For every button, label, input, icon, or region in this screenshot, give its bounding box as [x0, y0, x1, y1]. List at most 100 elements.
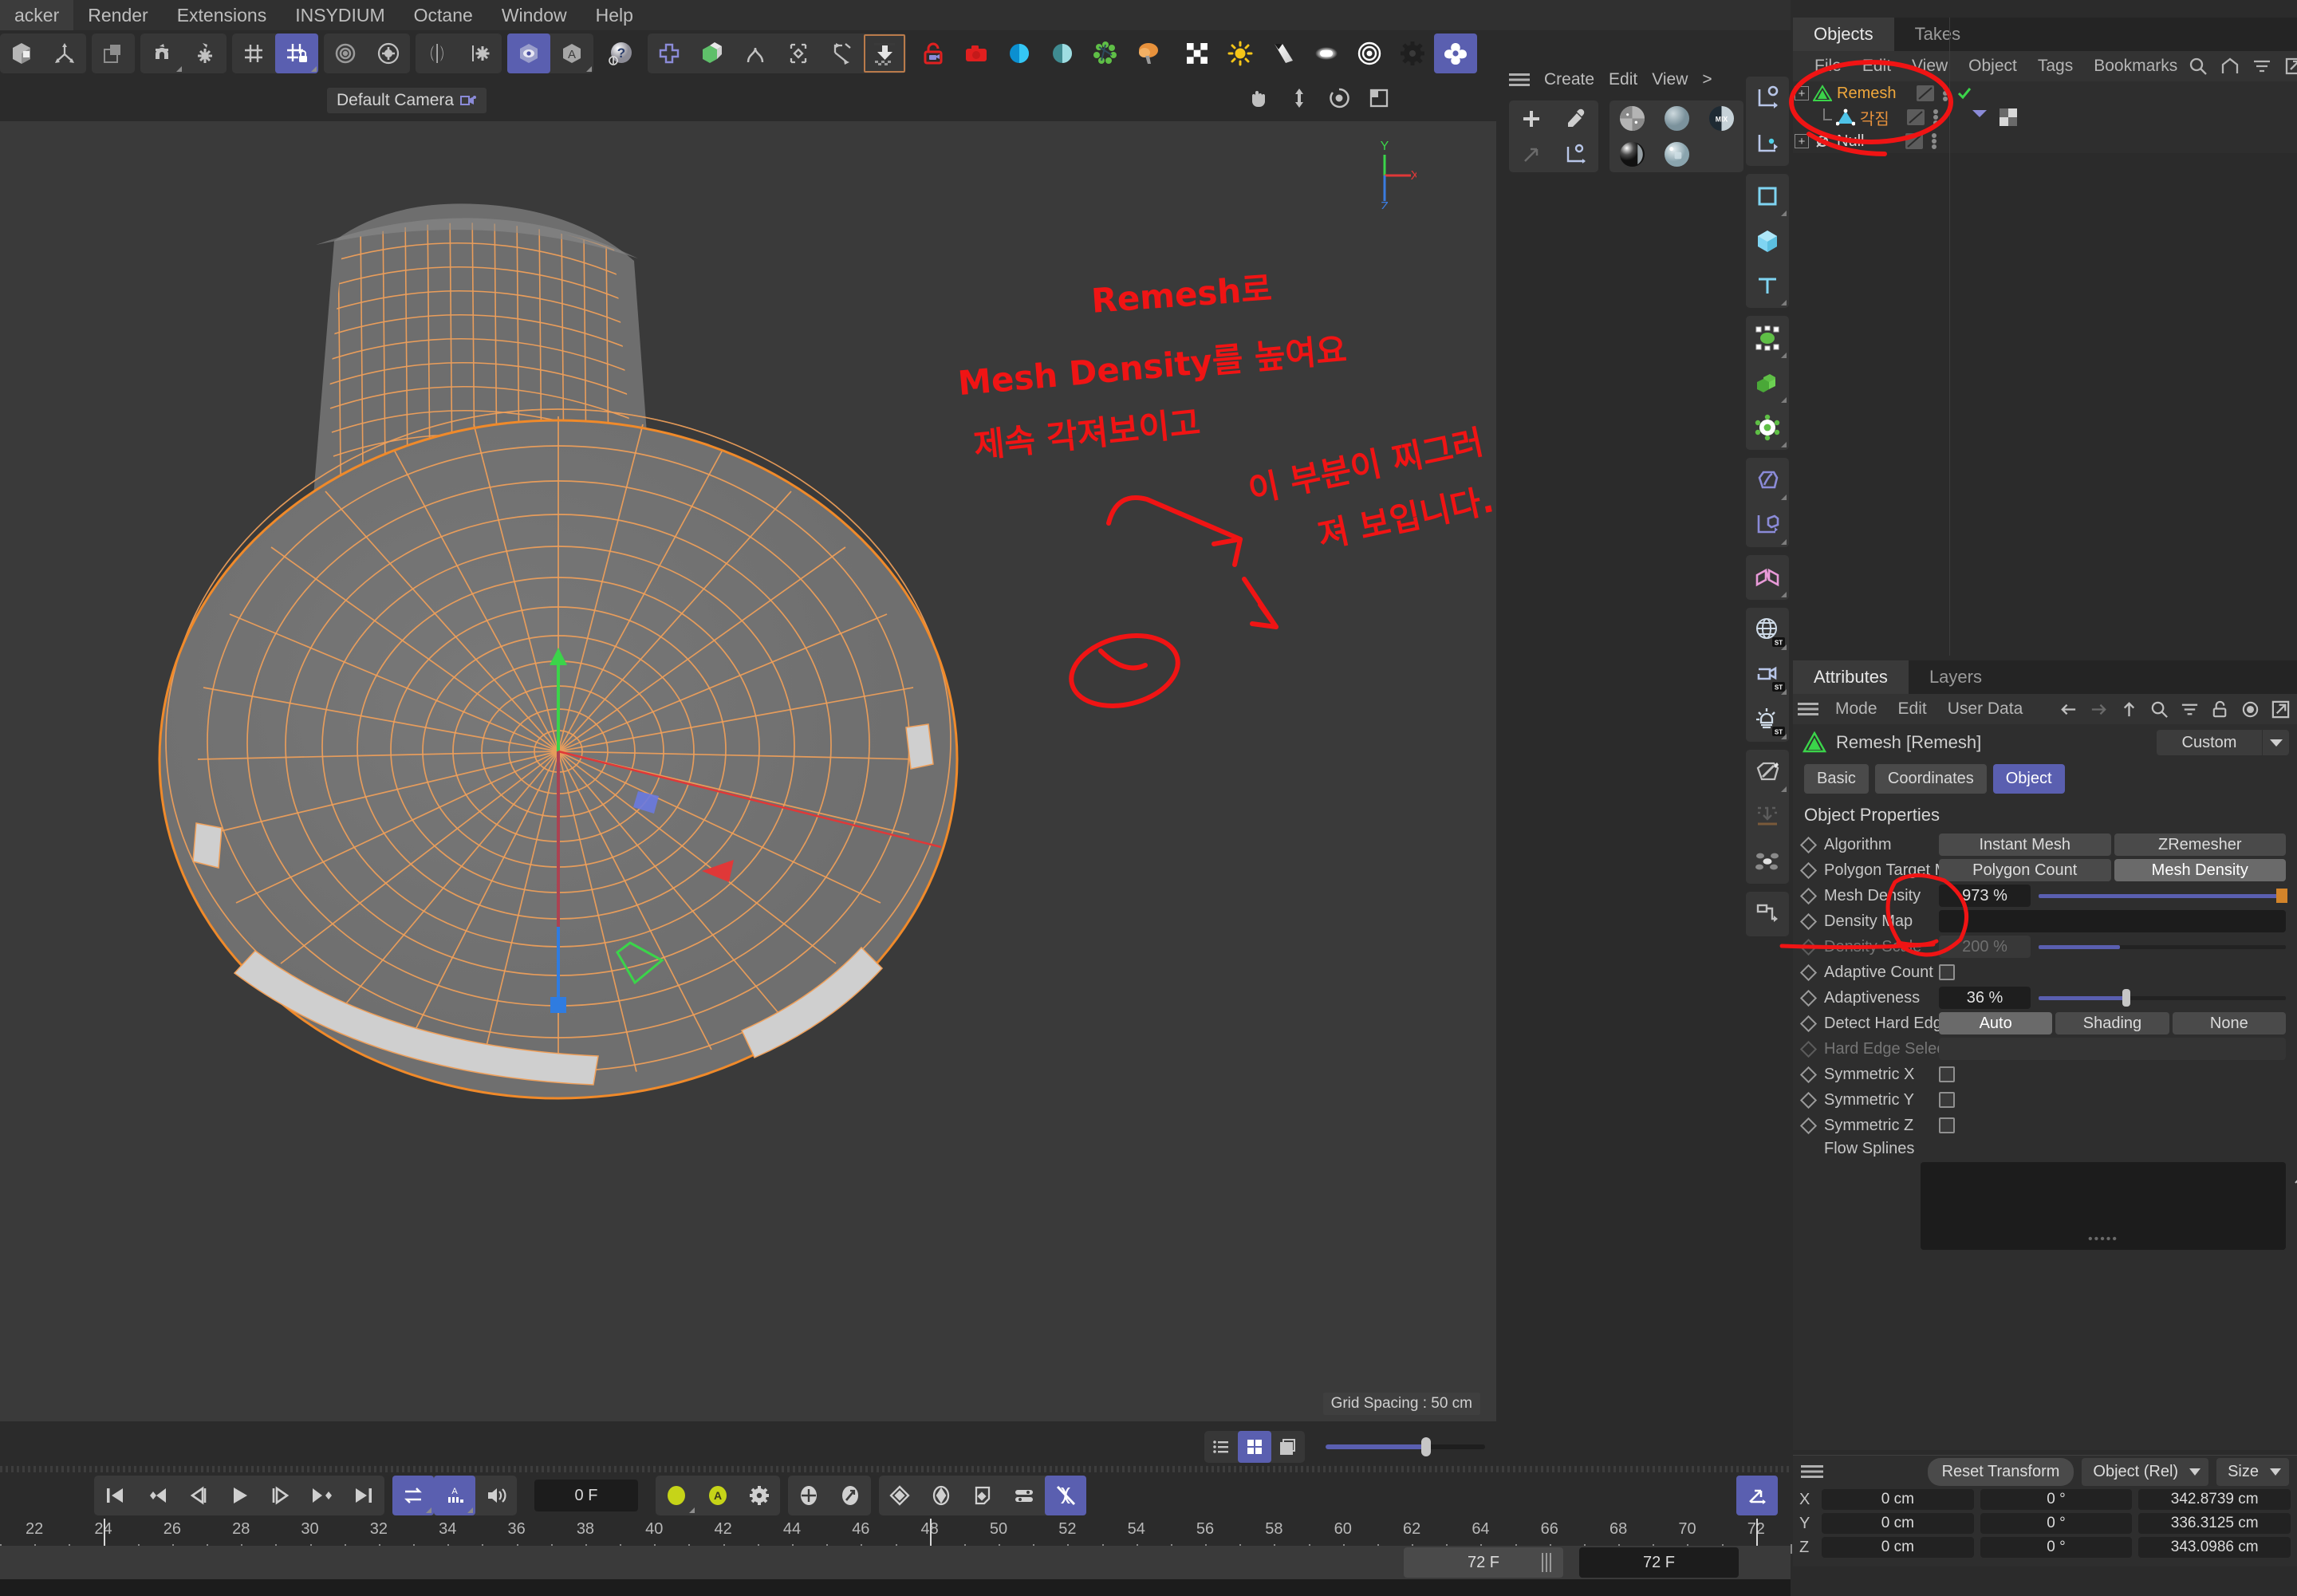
keyframe-diamond-icon[interactable]	[1799, 887, 1818, 904]
popout-icon[interactable]	[2271, 699, 2291, 719]
reset-transform-button[interactable]: Reset Transform	[1927, 1457, 2074, 1486]
scale-icon[interactable]	[92, 33, 135, 73]
hamburger-icon[interactable]	[1798, 701, 1818, 717]
object-manager-tabs[interactable]: Objects Takes	[1793, 18, 2297, 51]
attributes-panel[interactable]: Attributes Layers Mode Edit User Data Re…	[1779, 660, 2297, 1450]
texture-tag-icon[interactable]	[1999, 108, 2017, 126]
autokeying-icon[interactable]: A	[697, 1476, 739, 1515]
workplane-lock-icon[interactable]	[275, 33, 318, 73]
hard-edges-option-auto[interactable]: Auto	[1939, 1012, 2053, 1034]
tab-layers[interactable]: Layers	[1909, 660, 2003, 694]
keyframe-diamond-icon[interactable]	[1799, 1117, 1818, 1134]
attributes-object-tabs[interactable]: Basic Coordinates Object	[1793, 761, 2297, 800]
attributes-menu[interactable]: Mode Edit User Data	[1793, 694, 2297, 724]
move-icon[interactable]	[43, 33, 86, 73]
octane-material2-icon[interactable]	[1041, 33, 1084, 73]
mograph-cloner-icon[interactable]	[1746, 316, 1789, 361]
keyframe-diamond-icon[interactable]	[1799, 861, 1818, 879]
forward-arrow-icon[interactable]	[2089, 699, 2109, 719]
up-arrow-icon[interactable]	[2119, 699, 2139, 719]
selection-tag-icon[interactable]	[1971, 108, 1988, 126]
keyframe-diamond-icon[interactable]	[1799, 1015, 1818, 1032]
coordinate-row-y[interactable]: Y 0 cm 0 ° 336.3125 cm	[1793, 1511, 2297, 1535]
symmetric-x-checkbox[interactable]	[1939, 1066, 1955, 1082]
object-manager-panel[interactable]: Objects Takes File Edit View Object Tags…	[1789, 18, 2297, 656]
octane-lock-icon[interactable]	[912, 33, 955, 73]
orbit-icon[interactable]	[1327, 86, 1351, 110]
next-key-icon[interactable]	[301, 1476, 343, 1515]
next-frame-icon[interactable]	[260, 1476, 301, 1515]
list-view-icon[interactable]	[1204, 1431, 1238, 1463]
keyframe-diamond-icon[interactable]	[1799, 989, 1818, 1007]
snap-settings-icon[interactable]	[183, 33, 227, 73]
material-tools-grid[interactable]	[1509, 100, 1598, 172]
eyedropper-icon[interactable]	[1554, 100, 1598, 136]
panel-grip[interactable]	[0, 1466, 1791, 1472]
object-toggle-icon[interactable]	[1917, 85, 1935, 101]
algorithm-option-zremesher[interactable]: ZRemesher	[2114, 833, 2286, 856]
target-light-icon[interactable]	[1348, 33, 1391, 73]
property-row-detect-hard-edges[interactable]: Detect Hard Edges Auto Shading None	[1793, 1011, 2297, 1036]
om-menu-tags[interactable]: Tags	[2027, 57, 2083, 76]
current-frame-field[interactable]: 0 F	[534, 1480, 638, 1511]
position-y-field[interactable]: 0 cm	[1822, 1513, 1974, 1534]
right-vertical-toolbar[interactable]: ST ST ST	[1745, 77, 1790, 978]
pan-icon[interactable]	[1247, 86, 1271, 110]
menu-item-render[interactable]: Render	[73, 0, 162, 30]
glossy-material-sphere[interactable]	[1609, 136, 1654, 172]
position-z-field[interactable]: 0 cm	[1822, 1537, 1974, 1558]
go-to-start-icon[interactable]	[94, 1476, 136, 1515]
param-key-icon[interactable]	[962, 1476, 1003, 1515]
target-mode-option-polygon-count[interactable]: Polygon Count	[1939, 859, 2111, 881]
octane-scatter-icon[interactable]	[1084, 33, 1127, 73]
attr-menu-edit[interactable]: Edit	[1888, 699, 1937, 719]
material-menu-create[interactable]: Create	[1544, 70, 1594, 89]
property-row-algorithm[interactable]: Algorithm Instant Mesh ZRemesher	[1793, 832, 2297, 857]
material-swatches[interactable]: MIX	[1609, 100, 1743, 172]
mesh-density-slider[interactable]	[2039, 885, 2287, 907]
keyframe-settings-icon[interactable]	[739, 1476, 780, 1515]
go-to-end-icon[interactable]	[343, 1476, 384, 1515]
coordinate-row-z[interactable]: Z 0 cm 0 ° 343.0986 cm	[1793, 1535, 2297, 1559]
coordinate-mode-dropdown[interactable]: Object (Rel)	[2082, 1457, 2209, 1486]
popout-icon[interactable]	[2283, 56, 2297, 77]
timeline-end-frame-right[interactable]: 72 F	[1579, 1547, 1739, 1578]
bake-down-icon[interactable]	[1746, 794, 1789, 839]
scene-globe-st-icon[interactable]: ST	[1746, 608, 1789, 652]
loop-icon[interactable]	[392, 1476, 434, 1515]
lock-icon[interactable]	[2210, 699, 2230, 719]
flow-splines-dropzone[interactable]: •••••	[1921, 1162, 2297, 1250]
symmetric-y-checkbox[interactable]	[1939, 1092, 1955, 1108]
import-mesh-icon[interactable]	[863, 33, 906, 73]
checker-material-icon[interactable]	[1176, 33, 1219, 73]
search-icon[interactable]	[2149, 699, 2169, 719]
no-key-icon[interactable]	[1045, 1476, 1086, 1515]
attributes-tabs[interactable]: Attributes Layers	[1793, 660, 2297, 694]
object-name-gakjim[interactable]: 각짐	[1860, 106, 1889, 129]
scale-key-icon[interactable]	[829, 1476, 871, 1515]
axis-center-icon[interactable]	[324, 33, 367, 73]
expand-toggle[interactable]: +	[1795, 86, 1809, 100]
om-menu-object[interactable]: Object	[1958, 57, 2027, 76]
record-icon[interactable]	[2240, 699, 2260, 719]
filter-icon[interactable]	[2252, 56, 2272, 77]
timeline-grip-icon[interactable]	[1541, 1553, 1552, 1572]
pla-key-icon[interactable]	[920, 1476, 962, 1515]
prev-frame-icon[interactable]	[177, 1476, 219, 1515]
record-keyframe-icon[interactable]	[656, 1476, 697, 1515]
viewport-panel[interactable]: Default Camera Y X Z Grid Spacing: 50 c…	[0, 77, 1499, 1466]
object-name-remesh[interactable]: Remesh	[1837, 85, 1896, 103]
primitive-cube-icon[interactable]	[691, 33, 734, 73]
grid-view-icon[interactable]	[1238, 1431, 1271, 1463]
dolly-icon[interactable]	[1287, 86, 1311, 110]
property-row-symmetric-x[interactable]: Symmetric X	[1793, 1062, 2297, 1087]
hard-edges-option-none[interactable]: None	[2172, 1012, 2286, 1034]
tab-objects[interactable]: Objects	[1793, 18, 1894, 51]
array-icon[interactable]	[820, 33, 863, 73]
property-row-polygon-target-mode[interactable]: Polygon Target Mode Polygon Count Mesh D…	[1793, 857, 2297, 883]
transport-controls[interactable]: A 0 F A	[0, 1472, 1791, 1519]
live-selection-icon[interactable]	[0, 33, 43, 73]
adaptiveness-slider[interactable]	[2039, 987, 2286, 1009]
keyframe-diamond-icon[interactable]	[1799, 1066, 1818, 1083]
viewport-bottom-bar[interactable]	[0, 1428, 1496, 1466]
